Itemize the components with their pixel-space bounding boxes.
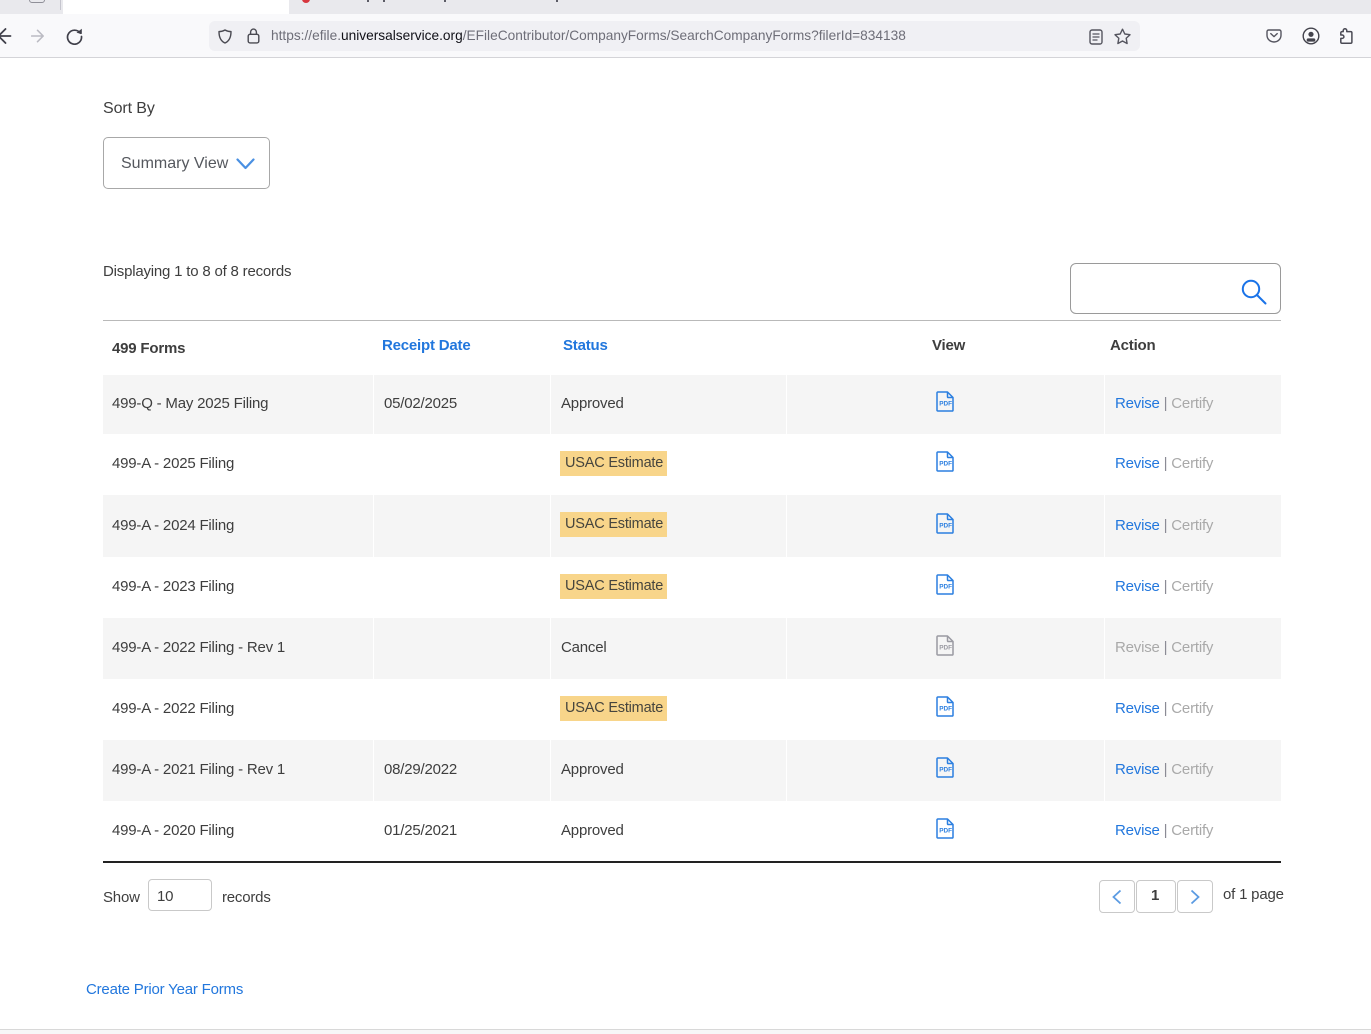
svg-text:PDF: PDF: [939, 461, 952, 468]
svg-text:PDF: PDF: [939, 645, 952, 652]
svg-text:PDF: PDF: [939, 767, 952, 774]
svg-text:PDF: PDF: [939, 706, 952, 713]
svg-text:PDF: PDF: [939, 522, 952, 529]
svg-text:PDF: PDF: [939, 401, 952, 408]
svg-text:PDF: PDF: [939, 584, 952, 591]
svg-text:PDF: PDF: [939, 828, 952, 835]
